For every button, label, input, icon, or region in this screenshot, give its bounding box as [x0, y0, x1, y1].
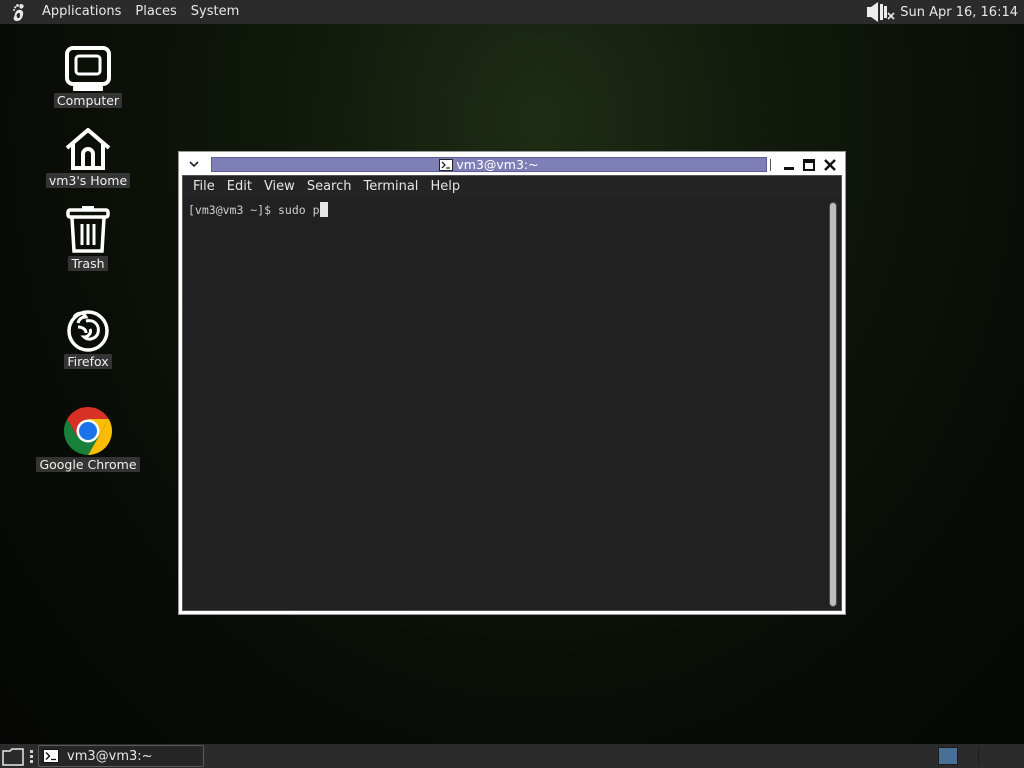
- taskbar-terminal-label: vm3@vm3:~: [67, 748, 153, 764]
- terminal-output[interactable]: [vm3@vm3 ~]$ sudo p: [188, 202, 328, 217]
- applications-menu[interactable]: Applications: [35, 0, 128, 24]
- desktop-icon-firefox[interactable]: Firefox: [38, 307, 138, 369]
- desktop-icon-home[interactable]: vm3's Home: [38, 126, 138, 188]
- terminal-menubar: File Edit View Search Terminal Help: [183, 176, 841, 198]
- gnome-foot-icon[interactable]: [8, 1, 30, 23]
- menu-search[interactable]: Search: [301, 176, 358, 198]
- terminal-icon: [439, 158, 454, 171]
- menu-edit[interactable]: Edit: [221, 176, 258, 198]
- desktop-icon-trash[interactable]: Trash: [38, 205, 138, 271]
- menu-file[interactable]: File: [187, 176, 221, 198]
- terminal-prompt-line: [vm3@vm3 ~]$ sudo p: [188, 203, 320, 217]
- desktop-icon-computer[interactable]: Computer: [38, 46, 138, 108]
- trash-icon: [66, 206, 110, 253]
- computer-icon: [65, 46, 111, 91]
- chevron-down-icon: [189, 161, 199, 168]
- places-menu[interactable]: Places: [128, 0, 183, 24]
- desktop-icon-label: Trash: [68, 256, 108, 271]
- workspace-switcher-active[interactable]: [938, 747, 958, 765]
- desktop-icon-label: Google Chrome: [36, 457, 140, 472]
- close-button[interactable]: [822, 157, 838, 173]
- titlebar-separator: [770, 159, 771, 171]
- top-panel-tray: Sun Apr 16, 16:14: [866, 0, 1018, 24]
- terminal-icon: [43, 749, 59, 763]
- terminal-area[interactable]: File Edit View Search Terminal Help [vm3…: [182, 175, 842, 611]
- minimize-button[interactable]: [781, 157, 797, 173]
- workspace-switcher-inactive[interactable]: [978, 747, 1020, 765]
- desktop-icon-label: Computer: [53, 93, 123, 108]
- menu-terminal[interactable]: Terminal: [357, 176, 424, 198]
- firefox-icon: [67, 310, 109, 352]
- desktop-icon-label: vm3's Home: [45, 173, 131, 188]
- show-desktop-button[interactable]: [1, 745, 25, 767]
- desktop-icon-chrome[interactable]: Google Chrome: [36, 406, 140, 472]
- minimize-icon: [784, 167, 794, 170]
- bottom-panel: vm3@vm3:~: [0, 744, 1024, 768]
- text-cursor: [319, 202, 328, 217]
- menu-view[interactable]: View: [258, 176, 301, 198]
- show-desktop-icon: [2, 748, 24, 766]
- top-panel: Applications Places System Sun Apr 16, 1…: [0, 0, 1024, 24]
- terminal-window[interactable]: vm3@vm3:~ File Edit View Search Terminal: [178, 151, 846, 615]
- window-title: vm3@vm3:~: [456, 157, 539, 172]
- home-folder-icon: [65, 128, 111, 170]
- system-menu[interactable]: System: [184, 0, 246, 24]
- window-title-bar-fill[interactable]: vm3@vm3:~: [211, 157, 767, 172]
- maximize-button[interactable]: [801, 157, 817, 173]
- terminal-scrollbar[interactable]: [829, 202, 837, 607]
- panel-grip-icon[interactable]: [28, 747, 36, 765]
- maximize-icon: [803, 159, 815, 171]
- clock[interactable]: Sun Apr 16, 16:14: [900, 5, 1018, 20]
- volume-icon[interactable]: [866, 1, 896, 23]
- close-icon: [824, 159, 836, 171]
- scrollbar-thumb[interactable]: [830, 203, 836, 606]
- desktop-icon-label: Firefox: [64, 354, 112, 369]
- chrome-icon: [63, 407, 113, 455]
- window-titlebar[interactable]: vm3@vm3:~: [181, 154, 843, 174]
- taskbar-terminal-button[interactable]: vm3@vm3:~: [38, 745, 204, 767]
- menu-help[interactable]: Help: [424, 176, 466, 198]
- window-menu-button[interactable]: [181, 155, 207, 173]
